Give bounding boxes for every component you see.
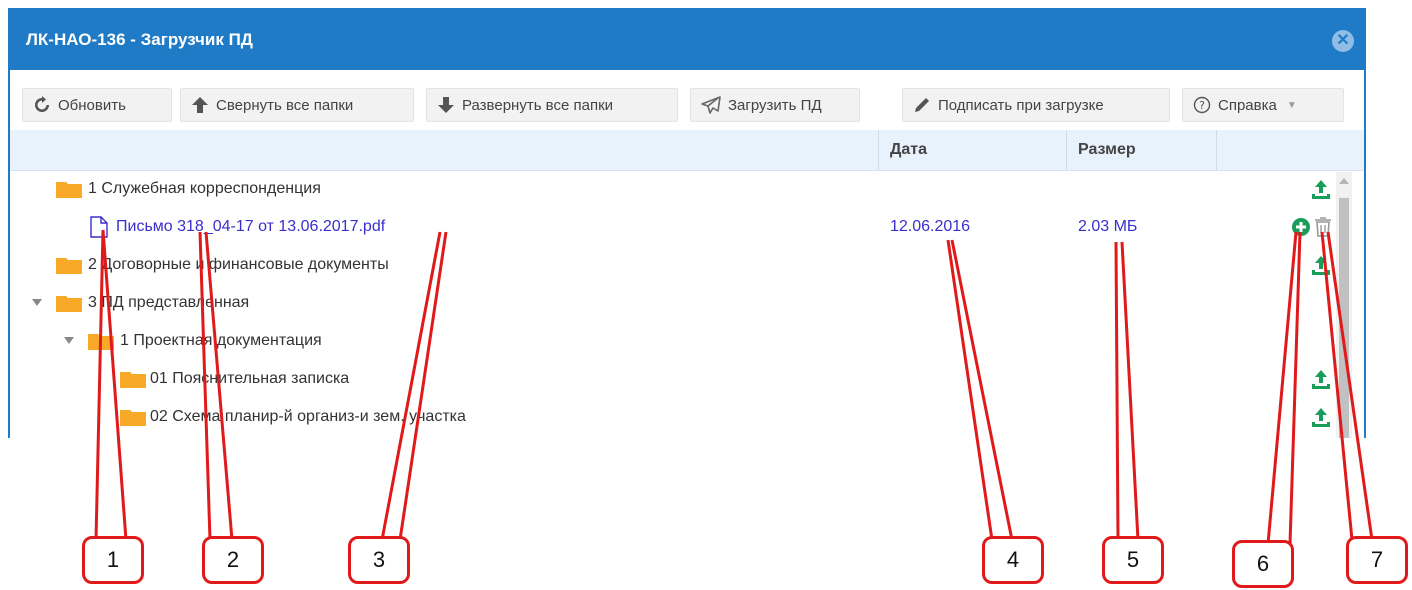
- expand-all-label: Развернуть все папки: [462, 96, 614, 114]
- refresh-icon: [33, 96, 51, 114]
- loader-window: ЛК-НАО-136 - Загрузчик ПД ✕ Обновить Све…: [8, 8, 1366, 438]
- tree-row-folder-3-1-1[interactable]: 01 Пояснительная записка: [10, 360, 1330, 398]
- sign-on-upload-button[interactable]: Подписать при загрузке: [902, 88, 1170, 122]
- svg-text:?: ?: [1199, 99, 1205, 112]
- upload-icon[interactable]: [1310, 178, 1332, 200]
- expand-all-button[interactable]: Развернуть все папки: [426, 88, 678, 122]
- tree-row-folder-3[interactable]: 3 ПД представленная: [10, 284, 1330, 322]
- tree-row-folder-3-1-2[interactable]: 02 Схема планир-й организ-и зем. участка: [10, 398, 1330, 436]
- expanded-arrow-icon[interactable]: [64, 337, 74, 344]
- callout-2: 2: [202, 536, 264, 584]
- callout-6: 6: [1232, 540, 1294, 588]
- tree-row-file[interactable]: Письмо 318_04-17 от 13.06.2017.pdf 12.06…: [10, 208, 1331, 246]
- column-divider: [1216, 130, 1217, 170]
- folder-name: 02 Схема планир-й организ-и зем. участка: [150, 408, 466, 425]
- sign-on-upload-label: Подписать при загрузке: [938, 96, 1104, 114]
- upload-pd-label: Загрузить ПД: [728, 96, 822, 114]
- toolbar: Обновить Свернуть все папки Развернуть в…: [10, 70, 1364, 130]
- pencil-icon: [913, 96, 931, 114]
- expanded-arrow-icon[interactable]: [32, 299, 42, 306]
- folder-icon: [88, 334, 114, 350]
- callout-5: 5: [1102, 536, 1164, 584]
- arrow-up-icon: [191, 96, 209, 114]
- tree-row-folder-2[interactable]: 2 Договорные и финансовые документы: [10, 246, 1330, 284]
- table-header: Дата Размер: [10, 130, 1364, 171]
- file-name-link[interactable]: Письмо 318_04-17 от 13.06.2017.pdf: [116, 218, 385, 236]
- folder-name: 2 Договорные и финансовые документы: [88, 256, 389, 273]
- arrow-down-icon: [437, 96, 455, 114]
- folder-name: 1 Проектная документация: [120, 332, 322, 349]
- vertical-scrollbar[interactable]: [1336, 172, 1352, 438]
- paper-plane-icon: [701, 96, 721, 114]
- tree-row-folder-3-1[interactable]: 1 Проектная документация: [10, 322, 1330, 360]
- callout-3: 3: [348, 536, 410, 584]
- question-circle-icon: ?: [1193, 96, 1211, 114]
- folder-icon: [56, 258, 82, 274]
- tree-row-folder-1[interactable]: 1 Служебная корреспонденция: [10, 170, 1330, 208]
- folder-icon: [56, 182, 82, 198]
- folder-icon: [56, 296, 82, 312]
- file-icon: [90, 216, 108, 238]
- refresh-button[interactable]: Обновить: [22, 88, 172, 122]
- folder-name: 1 Служебная корреспонденция: [88, 180, 321, 197]
- upload-icon[interactable]: [1310, 368, 1332, 390]
- folder-icon: [120, 372, 146, 388]
- folder-name: 3 ПД представленная: [88, 294, 250, 311]
- trash-icon[interactable]: [1312, 216, 1334, 238]
- column-header-date[interactable]: Дата: [878, 130, 1066, 170]
- title-bar: ЛК-НАО-136 - Загрузчик ПД ✕: [10, 10, 1364, 70]
- close-icon[interactable]: ✕: [1332, 30, 1354, 52]
- help-label: Справка: [1218, 96, 1277, 114]
- upload-pd-button[interactable]: Загрузить ПД: [690, 88, 860, 122]
- upload-icon[interactable]: [1310, 254, 1332, 276]
- folder-name: 01 Пояснительная записка: [150, 370, 350, 387]
- callout-7: 7: [1346, 536, 1408, 584]
- help-dropdown-button[interactable]: ? Справка ▼: [1182, 88, 1344, 122]
- file-size: 2.03 МБ: [1078, 218, 1138, 235]
- callout-1: 1: [82, 536, 144, 584]
- scrollbar-thumb[interactable]: [1339, 198, 1349, 438]
- column-header-size[interactable]: Размер: [1066, 130, 1216, 170]
- scroll-up-icon[interactable]: [1339, 178, 1349, 184]
- collapse-all-button[interactable]: Свернуть все папки: [180, 88, 414, 122]
- window-title: ЛК-НАО-136 - Загрузчик ПД: [26, 30, 253, 49]
- refresh-label: Обновить: [58, 96, 126, 114]
- chevron-down-icon: ▼: [1286, 99, 1297, 111]
- upload-icon[interactable]: [1310, 406, 1332, 428]
- add-circle-icon[interactable]: [1290, 216, 1312, 238]
- file-date: 12.06.2016: [890, 218, 971, 235]
- folder-icon: [120, 410, 146, 426]
- collapse-all-label: Свернуть все папки: [216, 96, 354, 114]
- callout-4: 4: [982, 536, 1044, 584]
